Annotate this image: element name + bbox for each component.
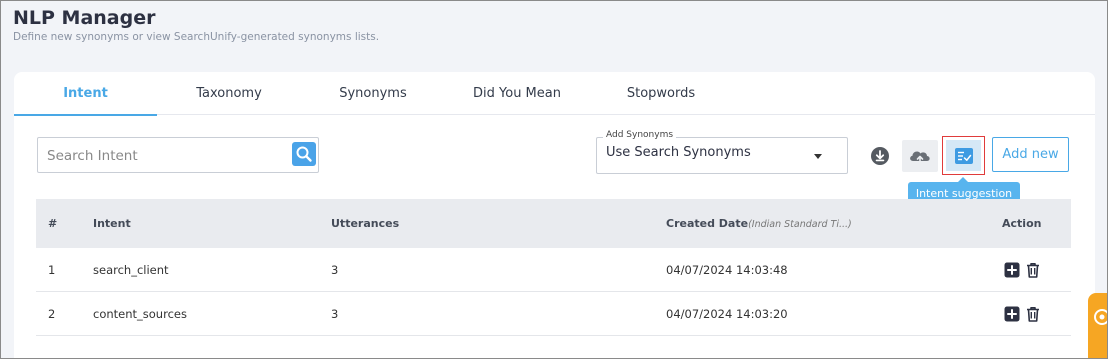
tab-did-you-mean[interactable]: Did You Mean [445,72,589,115]
download-button[interactable] [871,147,889,165]
search-icon [296,146,312,162]
assistant-side-tab[interactable] [1088,293,1107,358]
table-row: 1 search_client 3 04/07/2024 14:03:48 [36,248,1071,292]
column-index-header: # [48,217,58,230]
chevron-down-icon [814,154,822,159]
trash-icon [1027,263,1039,278]
table-header: # Intent Utterances Created Date(Indian … [36,199,1071,248]
add-synonyms-label: Add Synonyms [603,130,677,140]
page-subtitle: Define new synonyms or view SearchUnify-… [13,31,380,43]
row-created-date: 04/07/2024 14:03:20 [666,307,788,321]
row-utterances: 3 [331,307,339,321]
intent-table: # Intent Utterances Created Date(Indian … [36,199,1071,336]
column-utterances-header: Utterances [331,217,400,230]
cloud-upload-icon [910,151,930,165]
row-intent: search_client [93,263,169,277]
delete-intent-button[interactable] [1025,306,1041,322]
tab-synonyms[interactable]: Synonyms [301,72,445,115]
add-utterance-button[interactable] [1004,306,1020,322]
tab-stopwords[interactable]: Stopwords [589,72,733,115]
add-synonyms-value: Use Search Synonyms [606,145,751,160]
page-title: NLP Manager [13,7,156,29]
add-synonyms-select[interactable]: Add Synonyms Use Search Synonyms [596,130,848,174]
tab-bar: Intent Taxonomy Synonyms Did You Mean St… [14,72,1095,116]
row-created-date: 04/07/2024 14:03:48 [666,263,788,277]
row-index: 2 [48,307,56,321]
plus-square-icon [1004,262,1020,278]
tab-intent[interactable]: Intent [14,72,157,116]
tab-taxonomy[interactable]: Taxonomy [157,72,301,115]
row-utterances: 3 [331,263,339,277]
upload-button[interactable] [902,140,938,172]
add-utterance-button[interactable] [1004,262,1020,278]
intent-suggestion-icon [954,147,973,164]
row-index: 1 [48,263,56,277]
table-row: 2 content_sources 3 04/07/2024 14:03:20 [36,292,1071,336]
search-input[interactable] [47,146,277,166]
trash-icon [1027,307,1039,322]
column-intent-header: Intent [93,217,131,230]
search-button[interactable] [292,142,316,166]
download-icon [871,147,889,165]
created-date-timezone: (Indian Standard Ti...) [748,219,852,230]
column-action-header: Action [1002,217,1042,230]
add-new-button[interactable]: Add new [992,137,1069,172]
plus-square-icon [1004,306,1020,322]
delete-intent-button[interactable] [1025,262,1041,278]
row-intent: content_sources [93,307,187,321]
column-created-header: Created Date(Indian Standard Ti...) [666,217,852,230]
main-card: Intent Taxonomy Synonyms Did You Mean St… [14,72,1095,358]
intent-suggestion-button[interactable] [942,136,985,175]
assistant-icon [1094,309,1107,325]
created-date-label: Created Date [666,217,749,230]
intent-suggestion-button-bg [946,140,981,171]
search-box [37,137,319,173]
nlp-manager-page: NLP Manager Define new synonyms or view … [0,0,1108,359]
